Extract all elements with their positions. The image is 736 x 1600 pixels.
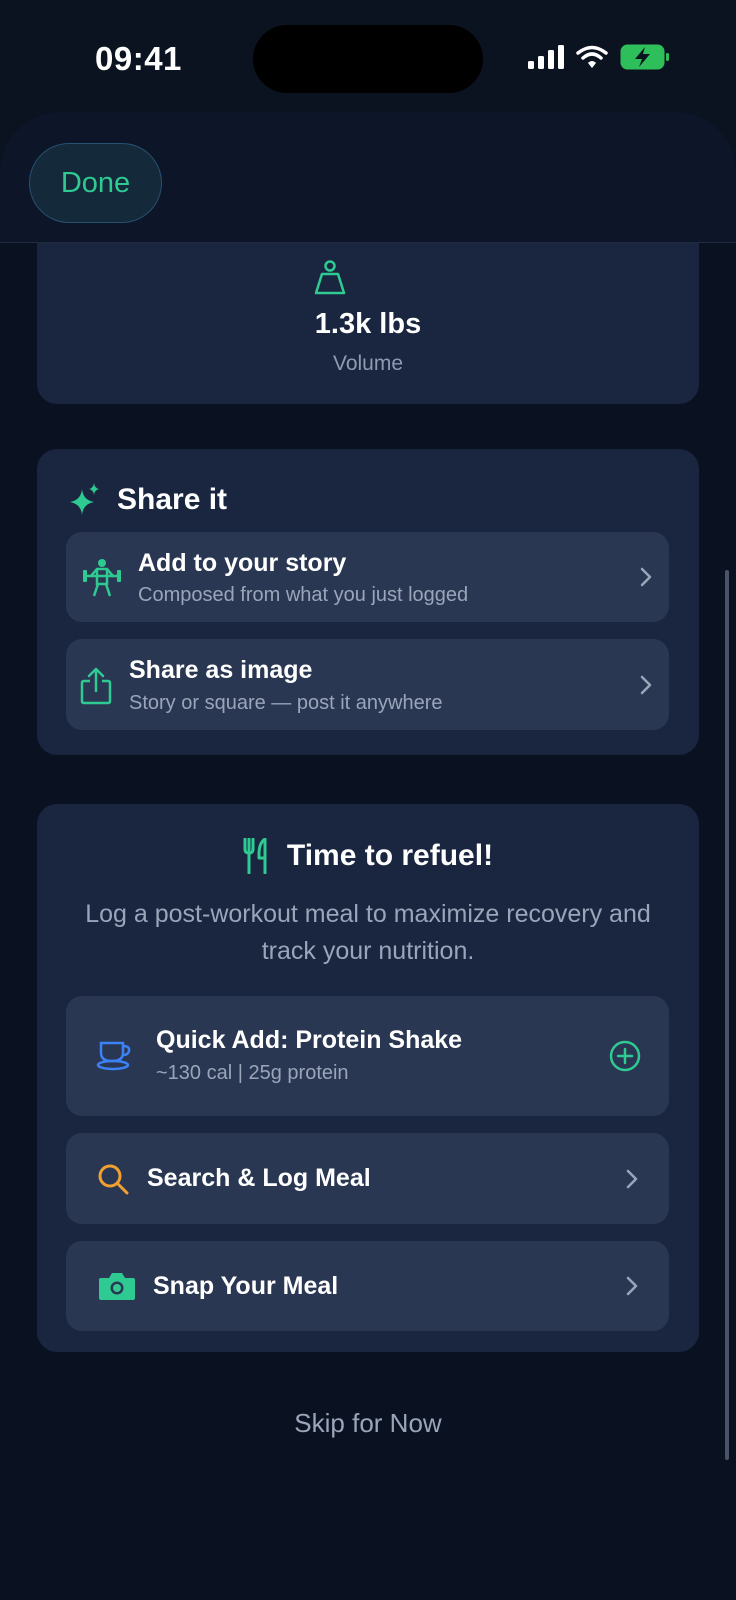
share-title: Share it (117, 483, 228, 516)
status-icons (528, 44, 670, 70)
add-to-story-title: Add to your story (138, 549, 347, 577)
workout-summary-sheet: 1.3k lbs Volume Share it Add to your sto… (0, 112, 736, 1600)
refuel-card: Time to refuel! Log a post-workout meal … (37, 804, 699, 1352)
share-as-image-subtitle: Story or square — post it anywhere (129, 692, 443, 714)
add-to-story-row[interactable]: Add to your story Composed from what you… (66, 532, 669, 622)
share-header: Share it (69, 483, 227, 517)
quick-add-protein-row[interactable]: Quick Add: Protein Shake ~130 cal | 25g … (66, 996, 669, 1116)
add-to-story-subtitle: Composed from what you just logged (138, 584, 469, 606)
status-time: 09:41 (95, 40, 182, 77)
weightlifter-icon (83, 559, 121, 597)
search-log-meal-title: Search & Log Meal (147, 1164, 371, 1192)
chevron-right-icon (626, 1276, 638, 1296)
chevron-right-icon (640, 675, 652, 694)
scrollbar[interactable] (725, 570, 729, 1460)
snap-meal-title: Snap Your Meal (153, 1272, 339, 1300)
done-button[interactable]: Done (29, 143, 162, 223)
camera-icon (99, 1273, 135, 1300)
volume-value: 1.3k lbs (314, 308, 422, 340)
share-icon (80, 667, 112, 705)
snap-meal-row[interactable]: Snap Your Meal (66, 1241, 669, 1331)
share-as-image-title: Share as image (129, 656, 313, 684)
wifi-icon (576, 45, 608, 68)
quick-add-subtitle: ~130 cal | 25g protein (156, 1062, 349, 1084)
volume-label: Volume (332, 352, 404, 375)
share-card: Share it Add to your story Composed from… (37, 449, 699, 755)
search-log-meal-row[interactable]: Search & Log Meal (66, 1133, 669, 1224)
refuel-header: Time to refuel! (37, 838, 699, 874)
chevron-right-icon (626, 1169, 638, 1188)
sparkles-icon (70, 483, 99, 515)
plus-circle-icon[interactable] (609, 1040, 641, 1072)
scroll-content[interactable]: 1.3k lbs Volume Share it Add to your sto… (0, 112, 736, 1600)
battery-charging-icon (620, 44, 669, 70)
share-as-image-row[interactable]: Share as image Story or square — post it… (66, 639, 669, 730)
refuel-title: Time to refuel! (286, 839, 494, 872)
skip-for-now-button[interactable]: Skip for Now (0, 1408, 736, 1439)
sheet-header: Done (0, 112, 736, 243)
search-icon (98, 1164, 129, 1195)
dynamic-island (253, 25, 483, 93)
cup-icon (96, 1041, 131, 1071)
signal-icon (528, 45, 564, 69)
refuel-description: Log a post-workout meal to maximize reco… (85, 900, 651, 965)
kettlebell-icon (314, 260, 346, 295)
fork-knife-icon (243, 838, 267, 874)
status-bar: 09:41 (0, 0, 736, 110)
chevron-right-icon (640, 567, 652, 587)
quick-add-title: Quick Add: Protein Shake (156, 1026, 463, 1054)
